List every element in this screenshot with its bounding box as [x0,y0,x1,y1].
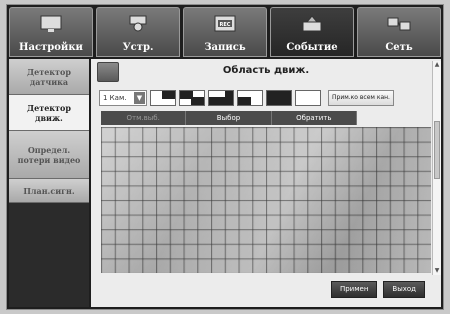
tab-label: Запись [204,42,246,53]
footer-buttons: Примен Выход [330,281,425,298]
select-button[interactable]: Выбор [186,111,272,125]
vertical-scrollbar[interactable]: ▲ ▼ [432,61,441,275]
tab-device[interactable]: Устр. [96,7,180,57]
toolbar: 1 Кам. ▼ Прим.ко всем кан. [99,89,394,107]
sidebar-item-video-loss[interactable]: Определ. потери видео [9,131,89,179]
scroll-thumb[interactable] [434,121,440,179]
tab-label: Сеть [385,42,413,53]
network-icon [387,17,411,31]
motion-area-grid[interactable] [101,127,431,273]
tab-label: Настройки [19,42,83,53]
camera-icon [129,15,147,32]
sidebar-item-label: Определ. потери видео [17,144,81,165]
scroll-down-icon[interactable]: ▼ [433,267,441,275]
svg-text:REC: REC [220,22,231,28]
sidebar: Детектор датчика Детектор движ. Определ.… [9,59,89,307]
event-icon [302,15,322,32]
pattern-clear-button[interactable] [295,90,321,106]
chevron-down-icon: ▼ [134,92,145,104]
monitor-icon [40,15,62,32]
tab-label: Событие [286,42,338,53]
selection-actions: Отм.выб. Выбор Обратить [101,111,357,125]
tab-network[interactable]: Сеть [357,7,441,57]
apply-all-channels-button[interactable]: Прим.ко всем кан. [328,90,394,106]
tab-record[interactable]: REC Запись [183,7,267,57]
rec-icon: REC [214,15,236,32]
top-tabs: Настройки Устр. REC Запись Событие Сеть [9,7,441,57]
dvr-window: Настройки Устр. REC Запись Событие Сеть … [6,4,444,310]
tab-settings[interactable]: Настройки [9,7,93,57]
page-title: Область движ. [222,65,310,76]
deselect-button[interactable]: Отм.выб. [101,111,187,125]
sidebar-item-motion-detector[interactable]: Детектор движ. [9,95,89,131]
motion-area-panel: Область движ. 1 Кам. ▼ Прим.ко всем кан.… [91,59,441,307]
apply-button[interactable]: Примен [330,281,378,298]
grid-lines [101,127,431,273]
camera-select-value: 1 Кам. [103,94,127,102]
sidebar-item-label: План.сигн. [23,185,75,196]
pattern-left-button[interactable] [237,90,263,106]
pattern-top-right-button[interactable] [150,90,176,106]
tab-event[interactable]: Событие [270,7,354,57]
sidebar-item-sensor-detector[interactable]: Детектор датчика [9,59,89,95]
pattern-bottom-button[interactable] [208,90,234,106]
tab-label: Устр. [122,42,154,53]
sidebar-item-label: Детектор движ. [27,102,71,123]
scroll-up-icon[interactable]: ▲ [433,61,441,69]
pattern-top-left-button[interactable] [179,90,205,106]
sidebar-item-label: Детектор датчика [27,66,71,87]
sidebar-item-alarm-schedule[interactable]: План.сигн. [9,179,89,203]
camera-select[interactable]: 1 Кам. ▼ [99,90,147,106]
pattern-full-button[interactable] [266,90,292,106]
invert-button[interactable]: Обратить [272,111,357,125]
exit-button[interactable]: Выход [383,281,425,298]
